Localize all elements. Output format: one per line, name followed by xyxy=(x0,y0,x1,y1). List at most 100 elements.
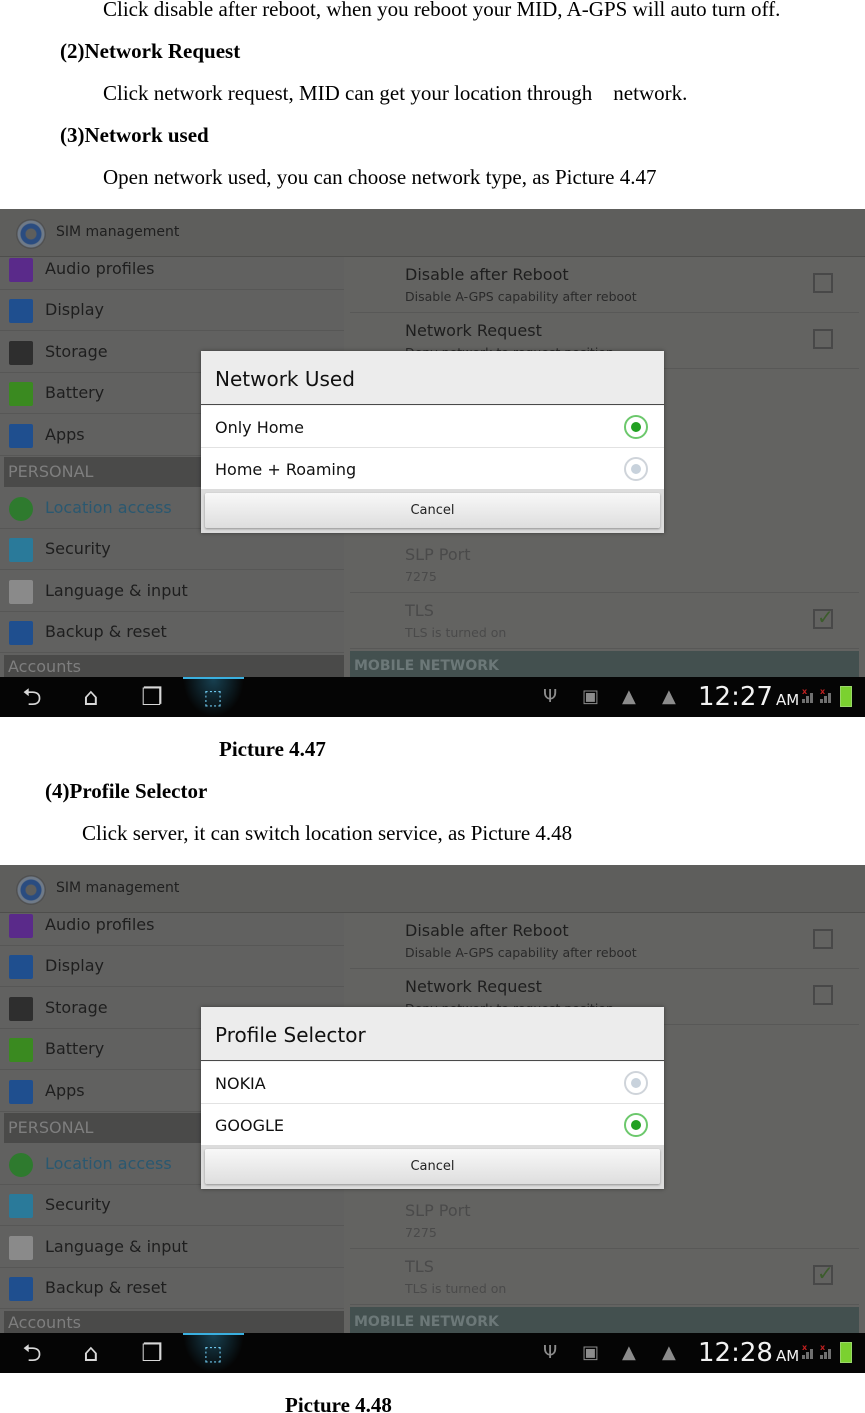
screenshot-button[interactable]: ⬚ xyxy=(183,677,244,717)
sidebar-item-label: Language & input xyxy=(45,581,188,600)
check-icon: ✓ xyxy=(817,1261,834,1285)
language-icon xyxy=(9,1236,33,1260)
sidebar-item-label: Apps xyxy=(45,425,85,444)
clock-time: 12:28 xyxy=(698,1338,773,1368)
radio-dot-icon xyxy=(631,464,641,474)
radio-button[interactable] xyxy=(624,1113,648,1137)
screenshot-button[interactable]: ⬚ xyxy=(183,1333,244,1373)
pref-summary: 7275 xyxy=(405,569,437,584)
image-icon: ▣ xyxy=(582,686,600,707)
usb-icon: Ψ xyxy=(543,1342,558,1363)
system-bar: ⮌ ⌂ ❐ ⬚ Ψ ▣ ▲ ▲ 12:28 AM x x xyxy=(0,1333,865,1373)
screenshot-icon: ⬚ xyxy=(203,1341,223,1365)
usb-icon: Ψ xyxy=(543,686,558,707)
lock-icon xyxy=(9,1194,33,1218)
sidebar-item-backup-reset[interactable]: Backup & reset xyxy=(0,612,344,653)
heading-network-request: (2)Network Request xyxy=(60,39,241,63)
sidebar-item-label: Display xyxy=(45,956,104,975)
system-bar: ⮌ ⌂ ❐ ⬚ Ψ ▣ ▲ ▲ 12:27 AM x x xyxy=(0,677,865,717)
pref-tls[interactable]: TLS TLS is turned on ✓ xyxy=(350,593,859,649)
dialog-title: Network Used xyxy=(215,367,355,391)
storage-icon xyxy=(9,341,33,365)
sidebar-item-security[interactable]: Security xyxy=(0,529,344,570)
backup-icon xyxy=(9,1277,33,1301)
back-icon[interactable]: ⮌ xyxy=(14,683,50,711)
dialog-option[interactable]: Only Home xyxy=(201,406,664,448)
pref-slp-port[interactable]: SLP Port 7275 xyxy=(350,537,859,593)
pref-summary: 7275 xyxy=(405,1225,437,1240)
section-label: MOBILE NETWORK xyxy=(354,658,499,674)
checkbox[interactable] xyxy=(813,929,833,949)
storage-icon xyxy=(9,997,33,1021)
dialog-option[interactable]: GOOGLE xyxy=(201,1104,664,1146)
sidebar-item-label: Storage xyxy=(45,998,108,1017)
clock: 12:28 AM xyxy=(698,1338,799,1368)
signal-icon: x xyxy=(802,1343,816,1359)
sidebar-item-label: Location access xyxy=(45,498,172,517)
paragraph-network-request: Click network request, MID can get your … xyxy=(103,81,688,105)
sidebar-item-language-input[interactable]: Language & input xyxy=(0,1227,344,1268)
sidebar-item-label: Language & input xyxy=(45,1237,188,1256)
pref-tls[interactable]: TLS TLS is turned on ✓ xyxy=(350,1249,859,1305)
pref-title: TLS xyxy=(405,601,434,620)
radio-button[interactable] xyxy=(624,457,648,481)
sidebar-item-label: Audio profiles xyxy=(45,259,155,278)
settings-gear-icon xyxy=(16,875,46,905)
checkbox[interactable] xyxy=(813,273,833,293)
section-label: PERSONAL xyxy=(8,462,94,481)
warning-icon: ▲ xyxy=(662,1342,676,1363)
radio-button[interactable] xyxy=(624,415,648,439)
sidebar-item-security[interactable]: Security xyxy=(0,1185,344,1226)
dialog-option[interactable]: Home + Roaming xyxy=(201,448,664,490)
battery-charging-icon xyxy=(840,686,852,707)
sidebar-item-audio-profiles[interactable]: Audio profiles xyxy=(0,905,344,946)
sidebar-item-label: Security xyxy=(45,539,111,558)
clock-ampm: AM xyxy=(775,691,800,709)
sidebar-item-label: Location access xyxy=(45,1154,172,1173)
location-icon xyxy=(9,1153,33,1177)
apps-icon xyxy=(9,424,33,448)
checkbox[interactable] xyxy=(813,985,833,1005)
battery-charging-icon xyxy=(840,1342,852,1363)
cancel-button[interactable]: Cancel xyxy=(205,1149,660,1184)
checkbox[interactable] xyxy=(813,329,833,349)
sidebar-item-audio-profiles[interactable]: Audio profiles xyxy=(0,249,344,290)
sidebar-section-accounts: Accounts xyxy=(4,655,344,679)
choice-dialog: Profile Selector NOKIA GOOGLE Cancel xyxy=(201,1007,664,1189)
warning-icon: ▲ xyxy=(622,1342,636,1363)
sidebar-item-backup-reset[interactable]: Backup & reset xyxy=(0,1268,344,1309)
sidebar-item-label: Battery xyxy=(45,383,105,402)
dialog-option[interactable]: NOKIA xyxy=(201,1062,664,1104)
pref-disable-after-reboot[interactable]: Disable after Reboot Disable A-GPS capab… xyxy=(350,913,859,969)
home-icon[interactable]: ⌂ xyxy=(73,683,109,711)
recent-apps-icon[interactable]: ❐ xyxy=(134,1339,170,1367)
home-icon[interactable]: ⌂ xyxy=(73,1339,109,1367)
signal-icon: x xyxy=(820,1343,834,1359)
sidebar-item-label: Apps xyxy=(45,1081,85,1100)
cancel-button[interactable]: Cancel xyxy=(205,493,660,528)
sidebar-item-language-input[interactable]: Language & input xyxy=(0,571,344,612)
pref-summary: TLS is turned on xyxy=(405,625,507,640)
radio-button[interactable] xyxy=(624,1071,648,1095)
radio-dot-icon xyxy=(631,1078,641,1088)
audio-profiles-icon xyxy=(9,914,33,938)
section-label: PERSONAL xyxy=(8,1118,94,1137)
checkbox-checked[interactable]: ✓ xyxy=(813,605,834,629)
choice-dialog: Network Used Only Home Home + Roaming Ca… xyxy=(201,351,664,533)
section-label: Accounts xyxy=(8,1313,81,1332)
sidebar-item-label: Display xyxy=(45,300,104,319)
dialog-button-row: Cancel xyxy=(201,489,664,533)
back-icon[interactable]: ⮌ xyxy=(14,1339,50,1367)
display-icon xyxy=(9,299,33,323)
option-label: Home + Roaming xyxy=(215,460,357,479)
pref-disable-after-reboot[interactable]: Disable after Reboot Disable A-GPS capab… xyxy=(350,257,859,313)
pref-slp-port[interactable]: SLP Port 7275 xyxy=(350,1193,859,1249)
checkbox-checked[interactable]: ✓ xyxy=(813,1261,834,1285)
sidebar-item-display[interactable]: Display xyxy=(0,290,344,331)
pref-title: Network Request xyxy=(405,321,542,340)
sidebar-item-display[interactable]: Display xyxy=(0,946,344,987)
warning-icon: ▲ xyxy=(662,686,676,707)
dialog-title-bar: Profile Selector xyxy=(201,1007,664,1061)
recent-apps-icon[interactable]: ❐ xyxy=(134,683,170,711)
heading-network-used: (3)Network used xyxy=(60,123,209,147)
